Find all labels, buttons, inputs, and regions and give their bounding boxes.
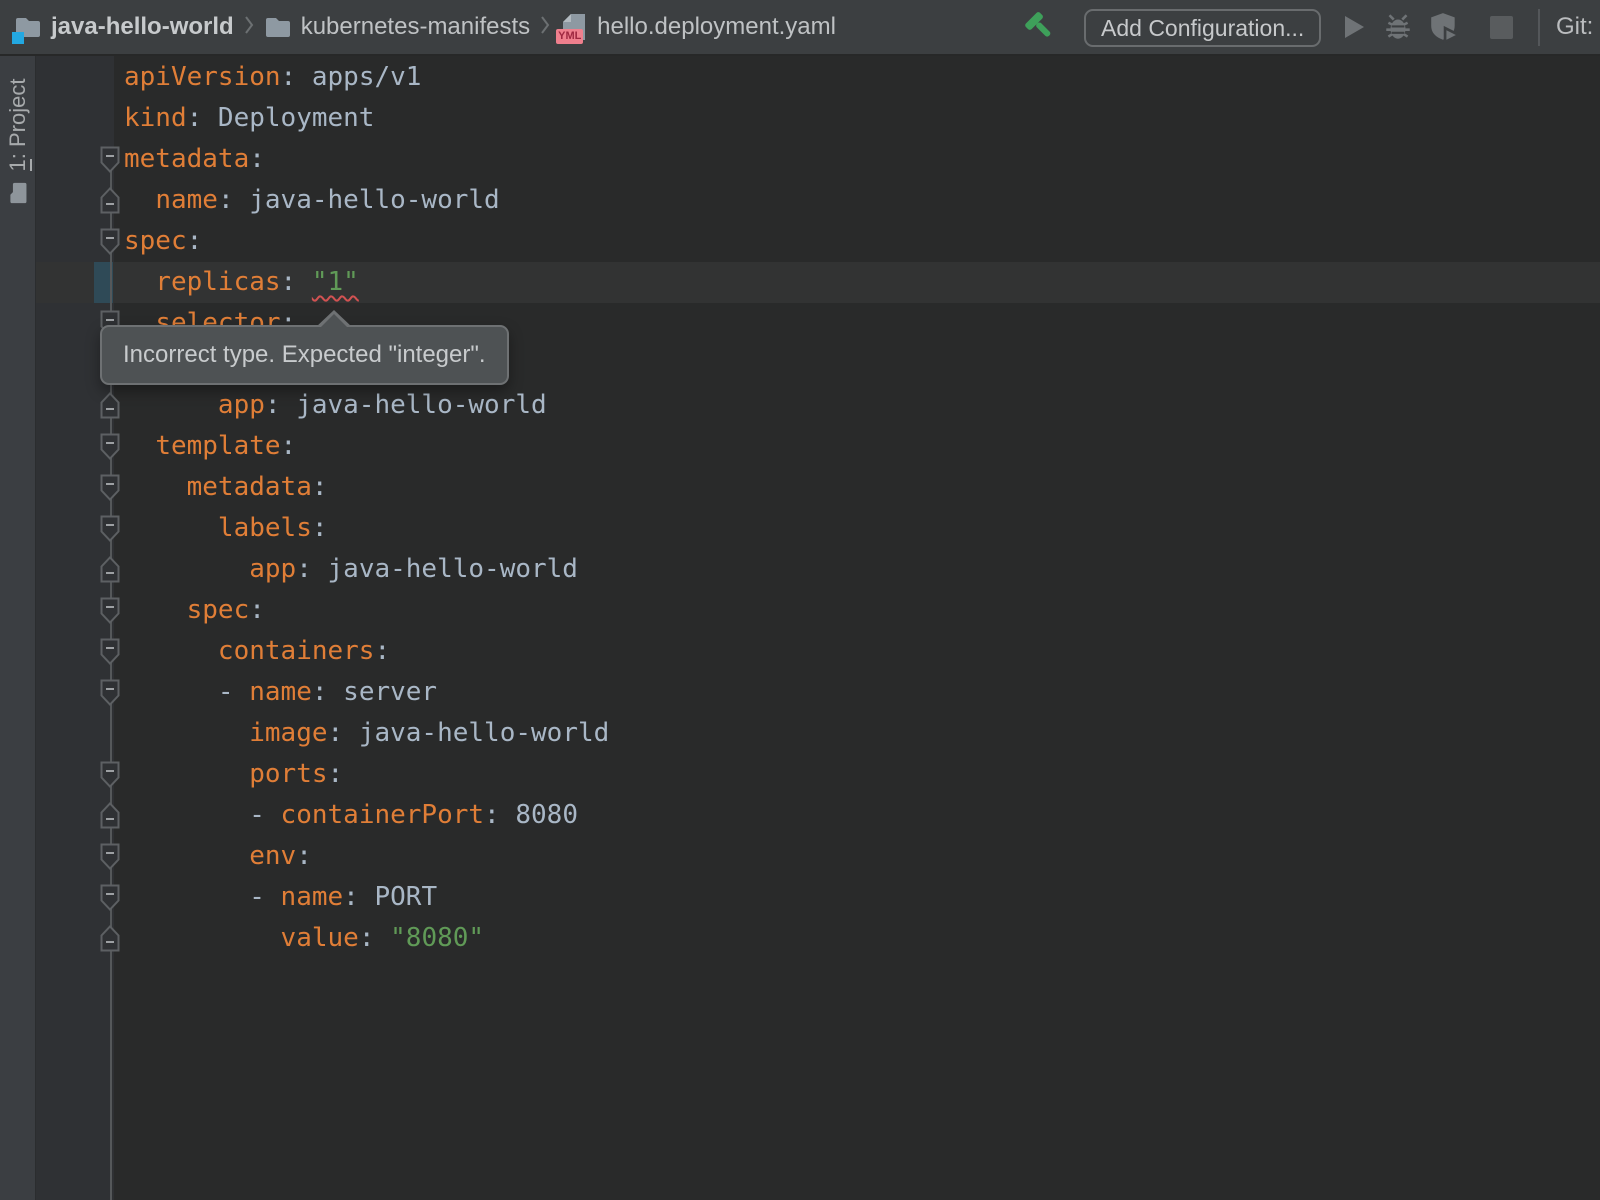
fold-up-icon[interactable] bbox=[100, 802, 120, 829]
debug-button[interactable] bbox=[1382, 0, 1414, 54]
fold-down-icon[interactable] bbox=[100, 515, 120, 542]
code-line[interactable]: name: java-hello-world bbox=[124, 180, 609, 221]
fold-down-icon[interactable] bbox=[100, 433, 120, 460]
code-line[interactable]: spec: bbox=[124, 590, 609, 631]
fold-down-icon[interactable] bbox=[100, 597, 120, 624]
project-tab-label: 1: Project bbox=[5, 79, 31, 172]
fold-down-icon[interactable] bbox=[100, 884, 120, 911]
fold-up-icon[interactable] bbox=[100, 556, 120, 583]
code-line[interactable]: containers: bbox=[124, 631, 609, 672]
fold-down-icon[interactable] bbox=[100, 761, 120, 788]
fold-down-icon[interactable] bbox=[100, 679, 120, 706]
breadcrumb-folder[interactable]: kubernetes-manifests bbox=[264, 13, 530, 41]
breadcrumb-project-label: java-hello-world bbox=[51, 13, 234, 41]
fold-down-icon[interactable] bbox=[100, 228, 120, 255]
code-line[interactable]: - containerPort: 8080 bbox=[124, 795, 609, 836]
build-hammer-icon[interactable] bbox=[1022, 10, 1056, 51]
editor-pane[interactable]: apiVersion: apps/v1kind: Deploymentmetad… bbox=[36, 56, 1600, 1200]
yml-badge: YML bbox=[556, 29, 583, 44]
fold-up-icon[interactable] bbox=[100, 392, 120, 419]
code-line[interactable]: app: java-hello-world bbox=[124, 385, 609, 426]
code-line[interactable]: kind: Deployment bbox=[124, 98, 609, 139]
fold-up-icon[interactable] bbox=[100, 925, 120, 952]
code-lines: apiVersion: apps/v1kind: Deploymentmetad… bbox=[124, 57, 609, 959]
stop-button[interactable] bbox=[1490, 0, 1513, 54]
error-tooltip: Incorrect type. Expected "integer". bbox=[100, 325, 509, 385]
stop-icon bbox=[1490, 16, 1513, 39]
yaml-file-icon: YML bbox=[560, 13, 588, 41]
code-line[interactable]: metadata: bbox=[124, 467, 609, 508]
chevron-right-icon bbox=[539, 13, 551, 42]
add-configuration-button[interactable]: Add Configuration... bbox=[1084, 9, 1321, 47]
sidebar-item-project[interactable]: 1: Project bbox=[0, 62, 36, 222]
breadcrumb: java-hello-world kubernetes-manifests bbox=[14, 0, 836, 54]
code-line[interactable]: value: "8080" bbox=[124, 918, 609, 959]
breadcrumb-file[interactable]: YML hello.deployment.yaml bbox=[560, 13, 836, 41]
toolbar-divider bbox=[1538, 9, 1540, 46]
run-with-coverage-button[interactable] bbox=[1428, 0, 1460, 54]
fold-down-icon[interactable] bbox=[100, 146, 120, 173]
code-line[interactable]: apiVersion: apps/v1 bbox=[124, 57, 609, 98]
code-line[interactable]: template: bbox=[124, 426, 609, 467]
run-button[interactable] bbox=[1342, 0, 1366, 54]
fold-up-icon[interactable] bbox=[100, 187, 120, 214]
fold-down-icon[interactable] bbox=[100, 843, 120, 870]
fold-down-icon[interactable] bbox=[100, 638, 120, 665]
git-branch-widget[interactable]: Git: bbox=[1556, 0, 1593, 54]
code-line[interactable]: - name: server bbox=[124, 672, 609, 713]
folder-icon bbox=[264, 13, 292, 41]
code-line[interactable]: spec: bbox=[124, 221, 609, 262]
code-line[interactable]: replicas: "1" bbox=[124, 262, 609, 303]
project-badge bbox=[12, 32, 24, 44]
breadcrumb-file-label: hello.deployment.yaml bbox=[597, 13, 836, 41]
fold-down-icon[interactable] bbox=[100, 474, 120, 501]
error-tooltip-text: Incorrect type. Expected "integer". bbox=[123, 341, 486, 369]
code-line[interactable]: image: java-hello-world bbox=[124, 713, 609, 754]
code-line[interactable]: - name: PORT bbox=[124, 877, 609, 918]
code-line[interactable]: metadata: bbox=[124, 139, 609, 180]
breadcrumb-project[interactable]: java-hello-world bbox=[14, 13, 234, 41]
project-folder-icon bbox=[14, 13, 42, 41]
fold-connector-line bbox=[110, 148, 112, 1200]
chevron-right-icon bbox=[243, 13, 255, 42]
code-line[interactable]: ports: bbox=[124, 754, 609, 795]
folder-icon bbox=[7, 181, 29, 205]
breadcrumb-folder-label: kubernetes-manifests bbox=[301, 13, 530, 41]
code-line[interactable]: env: bbox=[124, 836, 609, 877]
code-line[interactable]: labels: bbox=[124, 508, 609, 549]
tool-window-bar: 1: Project bbox=[0, 56, 36, 1200]
main-toolbar: java-hello-world kubernetes-manifests bbox=[0, 0, 1600, 56]
code-line[interactable]: app: java-hello-world bbox=[124, 549, 609, 590]
